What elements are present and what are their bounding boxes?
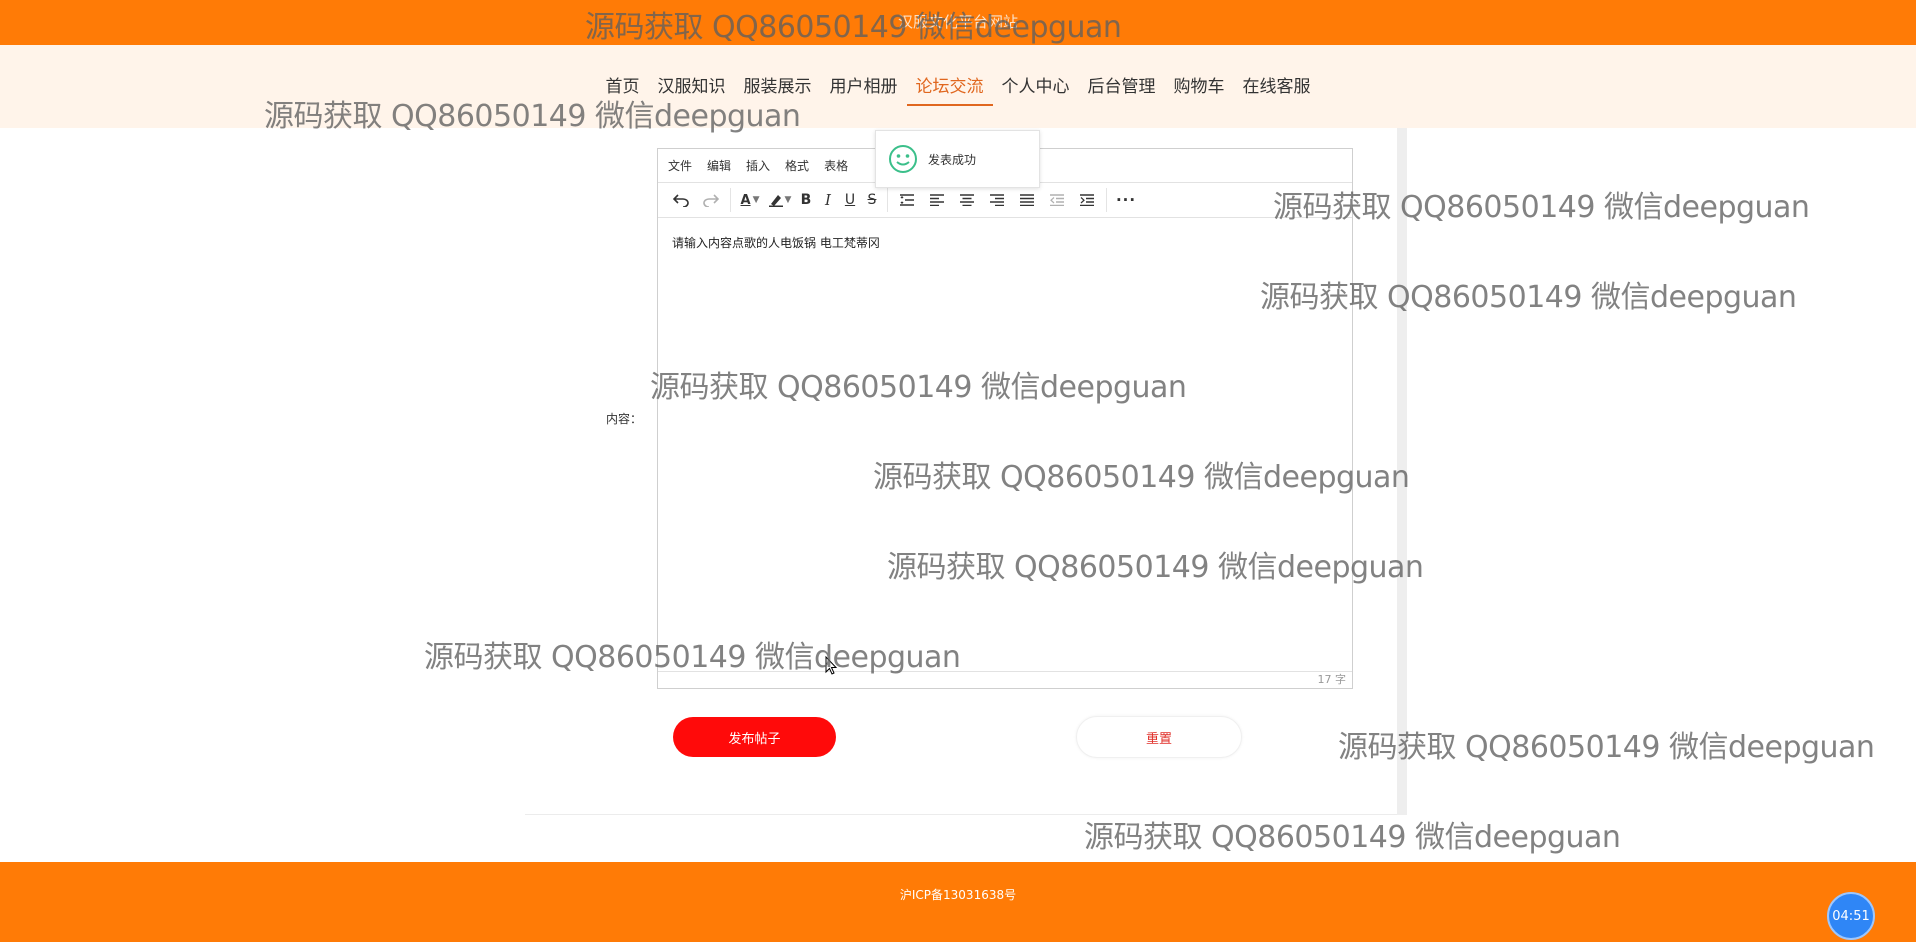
toolbar-separator	[887, 188, 888, 212]
nav-item-online-service[interactable]: 在线客服	[1234, 76, 1320, 104]
underline-icon[interactable]: U	[839, 187, 861, 213]
highlight-icon[interactable]: ▼	[765, 187, 795, 213]
nav-item-clothing-display[interactable]: 服装展示	[735, 76, 821, 104]
toolbar-separator	[1106, 188, 1107, 212]
watermark: 源码获取 QQ86050149 微信deepguan	[1084, 820, 1621, 855]
toast-message: 发表成功	[928, 152, 977, 167]
undo-icon[interactable]	[666, 187, 696, 213]
italic-icon[interactable]: I	[817, 187, 839, 213]
nav-item-hanfu-knowledge[interactable]: 汉服知识	[649, 76, 735, 104]
footer-icp: 沪ICP备13031638号	[899, 888, 1017, 902]
site-title: 汉服文化平台网站	[897, 13, 1018, 31]
editor-toolbar: A ▼ ▼ B I U S ···	[658, 183, 1352, 218]
outdent-icon[interactable]	[1042, 187, 1072, 213]
menu-format[interactable]: 格式	[785, 157, 809, 174]
indent-icon[interactable]	[1072, 187, 1102, 213]
bold-icon[interactable]: B	[795, 187, 817, 213]
content-field-label: 内容：	[606, 412, 643, 426]
nav-item-home[interactable]: 首页	[597, 76, 649, 104]
editor-content-area[interactable]: 请输入内容点歌的人电饭锅 电工梵蒂冈	[658, 218, 1352, 650]
clock-badge: 04:51	[1827, 892, 1875, 940]
align-left-icon[interactable]	[922, 187, 952, 213]
nav-item-cart[interactable]: 购物车	[1165, 76, 1234, 104]
align-justify-icon[interactable]	[1012, 187, 1042, 213]
smiley-icon	[889, 145, 917, 173]
mouse-cursor-icon	[825, 656, 838, 675]
content-right-shadow	[1397, 128, 1407, 815]
menu-file[interactable]: 文件	[668, 157, 692, 174]
rich-text-editor: 文件 编辑 插入 格式 表格 A ▼ ▼ B I U S ··· 请输入内容点歌…	[657, 148, 1353, 689]
watermark: 源码获取 QQ86050149 微信deepguan	[1338, 730, 1875, 765]
main-nav: 首页 汉服知识 服装展示 用户相册 论坛交流 个人中心 后台管理 购物车 在线客…	[0, 76, 1916, 106]
menu-table[interactable]: 表格	[824, 157, 848, 174]
publish-button[interactable]: 发布帖子	[673, 717, 836, 757]
content-divider	[525, 814, 1397, 815]
nav-item-admin[interactable]: 后台管理	[1079, 76, 1165, 104]
success-toast: 发表成功	[875, 130, 1040, 188]
toolbar-separator	[730, 188, 731, 212]
menu-edit[interactable]: 编辑	[707, 157, 731, 174]
editor-statusbar: 17 字	[658, 671, 1352, 688]
text-color-icon[interactable]: A ▼	[735, 187, 765, 213]
menu-insert[interactable]: 插入	[746, 157, 770, 174]
nav-item-personal-center[interactable]: 个人中心	[993, 76, 1079, 104]
redo-icon[interactable]	[696, 187, 726, 213]
word-count: 17 字	[1317, 673, 1347, 686]
line-height-icon[interactable]	[892, 187, 922, 213]
reset-button[interactable]: 重置	[1076, 716, 1242, 758]
align-right-icon[interactable]	[982, 187, 1012, 213]
more-icon[interactable]: ···	[1111, 187, 1141, 213]
nav-item-user-album[interactable]: 用户相册	[821, 76, 907, 104]
nav-item-forum[interactable]: 论坛交流	[906, 76, 993, 106]
watermark: 源码获取 QQ86050149 微信deepguan	[1273, 190, 1810, 225]
align-center-icon[interactable]	[952, 187, 982, 213]
strikethrough-icon[interactable]: S	[861, 187, 883, 213]
